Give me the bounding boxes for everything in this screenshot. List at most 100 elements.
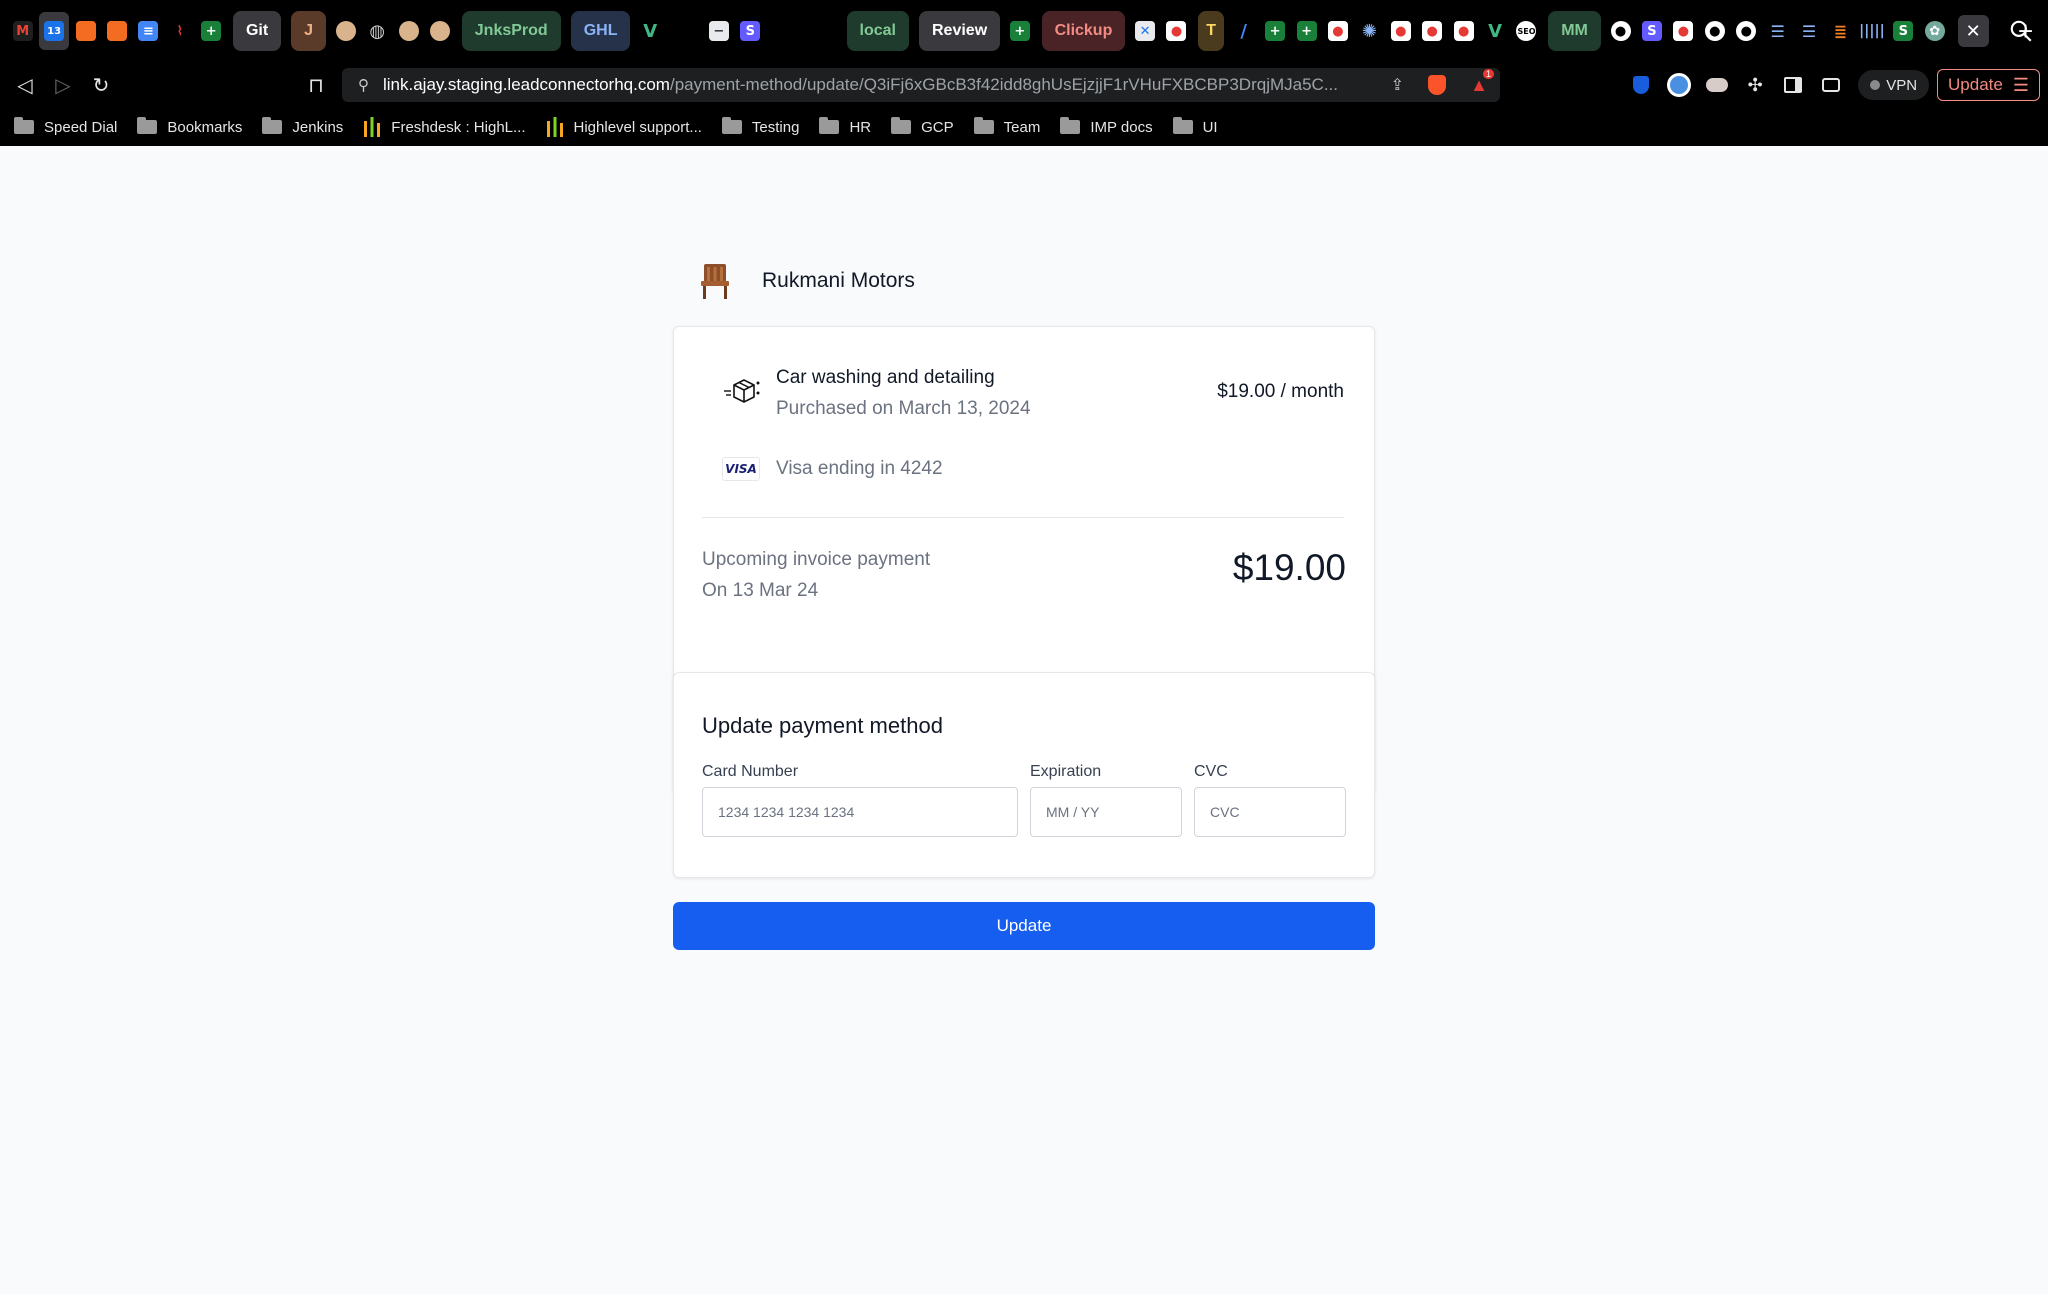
globe-tab[interactable]: ◍ bbox=[363, 12, 392, 50]
bookmark-label: IMP docs bbox=[1090, 118, 1153, 136]
list-tab-2[interactable]: ☰ bbox=[1794, 12, 1823, 50]
vpn-button[interactable]: VPN bbox=[1858, 70, 1930, 100]
app-tab-4[interactable]: ● bbox=[1418, 12, 1447, 50]
reload-button[interactable]: ↻ bbox=[86, 70, 116, 100]
brave-rewards-icon[interactable]: ▲ 1 bbox=[1470, 68, 1494, 96]
tab-group-gap bbox=[804, 12, 841, 50]
bookmark-label: Jenkins bbox=[292, 118, 344, 136]
bookmark-gcp[interactable]: GCP bbox=[891, 117, 954, 136]
expiration-input[interactable] bbox=[1030, 787, 1182, 837]
app-tab-2[interactable]: ● bbox=[1323, 12, 1352, 50]
upcoming-invoice-amount: $19.00 bbox=[1232, 547, 1346, 588]
share-icon[interactable]: ⇪ bbox=[1391, 75, 1404, 95]
vue-tab-2[interactable]: V bbox=[1480, 12, 1509, 50]
tab-ghl[interactable]: GHL bbox=[570, 11, 631, 51]
barcode-tab[interactable]: ||||| bbox=[1857, 12, 1886, 50]
back-button[interactable]: ◁ bbox=[10, 70, 40, 100]
bookmark-team[interactable]: Team bbox=[973, 117, 1040, 136]
jenkins-tab[interactable] bbox=[331, 12, 360, 50]
calendar-tab[interactable]: 13 bbox=[39, 12, 69, 50]
app-tab[interactable]: ● bbox=[1162, 12, 1191, 50]
tools-tab[interactable]: ✕ bbox=[1130, 12, 1159, 50]
chatgpt-tab[interactable]: ✿ bbox=[1920, 12, 1949, 50]
sheets-tab-3[interactable]: + bbox=[1260, 12, 1289, 50]
url-text[interactable]: link.ajay.staging.leadconnectorhq.com/pa… bbox=[383, 75, 1383, 95]
wallet-button[interactable] bbox=[1816, 70, 1846, 100]
forward-button[interactable]: ▷ bbox=[48, 70, 78, 100]
list-tab[interactable]: ☰ bbox=[1763, 12, 1792, 50]
bookmark-icon: ⊓ bbox=[308, 74, 324, 97]
app-tab-6[interactable]: ● bbox=[1669, 12, 1698, 50]
gmail-tab[interactable]: M bbox=[8, 12, 37, 50]
tab-jnksprod[interactable]: JnksProd bbox=[461, 11, 561, 51]
fi-extension[interactable] bbox=[1664, 70, 1694, 100]
search-icon[interactable] bbox=[2008, 18, 2034, 44]
close-tab-button[interactable]: ✕ bbox=[1957, 15, 1989, 47]
app-tab-5[interactable]: ● bbox=[1449, 12, 1478, 50]
notification-badge: 1 bbox=[1482, 68, 1494, 79]
bookmark-testing[interactable]: Testing bbox=[721, 117, 799, 136]
bookmark-speed-dial[interactable]: Speed Dial bbox=[14, 117, 117, 136]
upcoming-invoice-label: Upcoming invoice payment bbox=[702, 549, 931, 570]
bookmark-jenkins[interactable]: Jenkins bbox=[262, 117, 344, 136]
jenkins-tab-3[interactable] bbox=[425, 12, 454, 50]
card-number-input[interactable] bbox=[702, 787, 1018, 837]
card-ending-text: Visa ending in 4242 bbox=[776, 458, 943, 479]
bookmark-freshdesk[interactable]: Freshdesk : HighL... bbox=[363, 117, 526, 137]
stackoverflow-tab[interactable]: ≣ bbox=[1826, 12, 1855, 50]
stripe-tab[interactable]: S bbox=[736, 12, 765, 50]
folder-icon bbox=[973, 117, 994, 134]
tab-t[interactable]: T bbox=[1198, 11, 1224, 51]
tab-review[interactable]: Review bbox=[919, 11, 1001, 51]
bookmark-bookmarks[interactable]: Bookmarks bbox=[137, 117, 242, 136]
folder-icon bbox=[1060, 117, 1081, 134]
shop-tab-2[interactable] bbox=[102, 12, 131, 50]
github-tab-2[interactable]: ● bbox=[1700, 12, 1729, 50]
github-tab-3[interactable]: ● bbox=[1732, 12, 1761, 50]
tab-git[interactable]: Git bbox=[232, 11, 282, 51]
spy-extension[interactable] bbox=[1702, 70, 1732, 100]
gear-tab[interactable]: ✺ bbox=[1355, 12, 1384, 50]
tab-clickup[interactable]: Clickup bbox=[1041, 11, 1126, 51]
docs-tab[interactable]: ≡ bbox=[134, 12, 163, 50]
link-tab[interactable]: / bbox=[1229, 12, 1258, 50]
bookmark-button[interactable]: ⊓ bbox=[301, 70, 331, 100]
browser-update-button[interactable]: Update ☰ bbox=[1937, 69, 2040, 101]
address-bar[interactable]: ⚲ link.ajay.staging.leadconnectorhq.com/… bbox=[342, 68, 1500, 102]
shield-icon bbox=[1633, 76, 1650, 94]
seo-tab[interactable]: SEO bbox=[1512, 12, 1541, 50]
sheets-tab[interactable]: + bbox=[197, 12, 226, 50]
extensions-button[interactable]: ✣ bbox=[1740, 70, 1770, 100]
app-icon: ● bbox=[1166, 21, 1187, 41]
tab-j[interactable]: J bbox=[291, 11, 327, 51]
bitwarden-extension[interactable] bbox=[1626, 70, 1656, 100]
sidebar-button[interactable] bbox=[1778, 70, 1808, 100]
bookmark-highlevel-support[interactable]: Highlevel support... bbox=[546, 117, 702, 137]
sheets-tab-2[interactable]: + bbox=[1005, 12, 1034, 50]
analytics-tab[interactable]: ⌇ bbox=[165, 12, 194, 50]
tab-label: Review bbox=[932, 22, 988, 39]
update-button[interactable]: Update bbox=[673, 902, 1375, 950]
freshdesk-icon bbox=[364, 117, 381, 137]
list-icon: ☰ bbox=[1770, 21, 1785, 41]
bookmark-ui[interactable]: UI bbox=[1172, 117, 1218, 136]
bookmark-label: Highlevel support... bbox=[573, 118, 702, 136]
jenkins-tab-2[interactable] bbox=[394, 12, 423, 50]
tools-icon: ✕ bbox=[1135, 21, 1156, 41]
shop-tab[interactable] bbox=[71, 12, 100, 50]
bookmark-hr[interactable]: HR bbox=[819, 117, 871, 136]
bookmark-imp-docs[interactable]: IMP docs bbox=[1060, 117, 1153, 136]
github-tab[interactable]: ● bbox=[1606, 12, 1635, 50]
stripe-tab-2[interactable]: S bbox=[1637, 12, 1666, 50]
browser-tab-bar: M 13 ≡ ⌇ + Git J ◍ JnksProd GHL V − S lo… bbox=[0, 0, 2048, 62]
app-tab-3[interactable]: ● bbox=[1386, 12, 1415, 50]
cvc-input[interactable] bbox=[1194, 787, 1346, 837]
sheets-tab-4[interactable]: + bbox=[1292, 12, 1321, 50]
tab-mm[interactable]: MM bbox=[1548, 11, 1601, 51]
brave-shield-icon[interactable] bbox=[1428, 75, 1446, 95]
minus-tab[interactable]: − bbox=[704, 12, 733, 50]
site-info-icon[interactable]: ⚲ bbox=[358, 76, 369, 94]
vue-tab[interactable]: V bbox=[635, 12, 664, 50]
tab-local[interactable]: local bbox=[846, 11, 909, 51]
sheets-s-tab[interactable]: S bbox=[1889, 12, 1918, 50]
